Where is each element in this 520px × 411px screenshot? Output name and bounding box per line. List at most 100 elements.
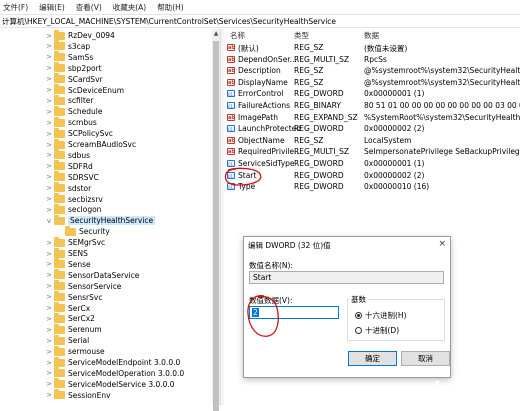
tree-item[interactable]: > ScreamBAudioSvc <box>0 138 136 150</box>
tree-item[interactable]: > SerCx <box>0 302 90 314</box>
expand-chevron-icon[interactable]: > <box>45 369 53 377</box>
expand-chevron-icon[interactable]: > <box>45 380 53 388</box>
expand-chevron-icon[interactable]: > <box>45 64 53 72</box>
registry-value-row[interactable]: ab DisplayName REG_SZ @%systemroot%\system3… <box>224 77 520 89</box>
close-icon[interactable]: × <box>438 239 446 249</box>
ok-button[interactable]: 确定 <box>348 351 397 366</box>
tree-item[interactable]: > ServiceModelEndpoint 3.0.0.0 <box>0 356 180 368</box>
tree-item[interactable]: > seclogon <box>0 203 101 215</box>
expand-chevron-icon[interactable]: > <box>45 184 53 192</box>
expand-chevron-icon[interactable]: > <box>45 348 53 356</box>
value-data-input[interactable]: 2 <box>249 306 339 319</box>
tree-item[interactable]: > Serenum <box>0 323 102 335</box>
tree-item[interactable]: > Schedule <box>0 105 102 117</box>
tree-item[interactable]: > RzDev_0094 <box>0 29 115 41</box>
tree-item[interactable]: > Sense <box>0 258 91 270</box>
tree-item[interactable]: > SCardSvr <box>0 73 103 85</box>
tree-scrollbar[interactable]: ▲ <box>212 29 220 411</box>
menu-view[interactable]: 查看(V) <box>76 2 102 13</box>
registry-value-row[interactable]: ab (默认) REG_SZ (数值未设置) <box>224 42 520 54</box>
expand-chevron-icon[interactable]: > <box>45 260 53 268</box>
menu-help[interactable]: 帮助(H) <box>157 2 184 13</box>
expand-chevron-icon[interactable]: > <box>45 130 53 138</box>
tree-item[interactable]: > Serial <box>0 334 90 346</box>
tree-item[interactable]: Security <box>0 225 110 237</box>
tree-item[interactable]: > SDFRd <box>0 160 93 172</box>
tree-item[interactable]: > SEMgrSvc <box>0 236 105 248</box>
registry-value-row[interactable]: ab RequiredPrivile... REG_MULTI_SZ SeImpers… <box>224 146 520 158</box>
expand-chevron-icon[interactable]: > <box>45 162 53 170</box>
tree-item[interactable]: > scfilter <box>0 94 93 106</box>
expand-chevron-icon[interactable]: > <box>45 293 53 301</box>
expand-chevron-icon[interactable]: > <box>45 151 53 159</box>
folder-icon <box>54 29 65 40</box>
expand-chevron-icon[interactable]: > <box>45 359 53 367</box>
expand-chevron-icon[interactable]: > <box>45 315 53 323</box>
tree-item[interactable]: > SessionEnv <box>0 389 111 401</box>
expand-chevron-icon[interactable]: > <box>45 391 53 399</box>
tree-item[interactable]: > SensrSvc <box>0 291 102 303</box>
menu-favorites[interactable]: 收藏夹(A) <box>113 2 146 13</box>
column-data-header[interactable]: 数据 <box>364 30 379 41</box>
expand-chevron-icon[interactable]: > <box>45 97 53 105</box>
tree-item[interactable]: > scmbus <box>0 116 97 128</box>
expand-chevron-icon[interactable]: > <box>45 32 53 40</box>
expand-chevron-icon[interactable]: > <box>45 271 53 279</box>
decimal-radio[interactable]: 十进制(D) <box>355 325 399 336</box>
registry-value-row[interactable]: 011 ServiceSidType REG_DWORD 0x00000001 (1) <box>224 158 520 170</box>
expand-chevron-icon[interactable]: > <box>45 86 53 94</box>
tree-item[interactable]: v SecurityHealthService <box>0 214 156 226</box>
expand-chevron-icon[interactable]: > <box>45 119 53 127</box>
tree-item-label: Serial <box>68 336 90 346</box>
scroll-up-icon[interactable]: ▲ <box>212 30 220 37</box>
tree-item[interactable]: > SensorService <box>0 280 121 292</box>
registry-value-row[interactable]: ab Description REG_SZ @%systemroot%\system3… <box>224 65 520 77</box>
hex-radio[interactable]: 十六进制(H) <box>355 310 407 321</box>
tree-item[interactable]: > ScDeviceEnum <box>0 84 124 96</box>
tree-item[interactable]: > sbp2port <box>0 62 102 74</box>
expand-chevron-icon[interactable]: > <box>45 42 53 50</box>
expand-chevron-icon[interactable]: > <box>45 173 53 181</box>
tree-item[interactable]: > ServiceModelService 3.0.0.0 <box>0 378 175 390</box>
expand-chevron-icon[interactable]: > <box>45 250 53 258</box>
expand-chevron-icon[interactable]: > <box>45 326 53 334</box>
column-name-header[interactable]: 名称 <box>230 30 245 41</box>
expand-chevron-icon[interactable]: > <box>45 108 53 116</box>
registry-value-row[interactable]: ab DependOnSer... REG_MULTI_SZ RpcSs <box>224 54 520 66</box>
tree-item[interactable]: > sdbus <box>0 149 90 161</box>
tree-item[interactable]: > SerCx2 <box>0 312 95 324</box>
expand-chevron-icon[interactable]: v <box>45 217 53 225</box>
tree-item[interactable]: > SensorDataService <box>0 269 139 281</box>
expand-chevron-icon[interactable]: > <box>45 53 53 61</box>
tree-item[interactable]: > s3cap <box>0 40 90 52</box>
menu-file[interactable]: 文件(F) <box>3 2 28 13</box>
tree-item[interactable]: > SENS <box>0 247 88 259</box>
registry-value-row[interactable]: 011 LaunchProtected REG_DWORD 0x00000002 (2… <box>224 123 520 135</box>
expand-chevron-icon[interactable]: > <box>45 195 53 203</box>
cancel-button[interactable]: 取消 <box>401 351 450 366</box>
expand-chevron-icon[interactable]: > <box>45 206 53 214</box>
menu-edit[interactable]: 编辑(E) <box>39 2 65 13</box>
expand-chevron-icon[interactable]: > <box>45 282 53 290</box>
column-type-header[interactable]: 类型 <box>294 30 309 41</box>
scroll-thumb[interactable] <box>213 41 219 411</box>
expand-chevron-icon[interactable]: > <box>45 337 53 345</box>
tree-item[interactable]: > secbizsrv <box>0 193 103 205</box>
tree-item[interactable]: > SDRSVC <box>0 171 99 183</box>
tree-item[interactable]: > ServiceModelOperation 3.0.0.0 <box>0 367 184 379</box>
expand-chevron-icon[interactable]: > <box>45 141 53 149</box>
tree-item[interactable]: > SCPolicySvc <box>0 127 113 139</box>
expand-chevron-icon[interactable]: > <box>45 304 53 312</box>
registry-value-row[interactable]: ab ObjectName REG_SZ LocalSystem <box>224 135 520 147</box>
expand-chevron-icon[interactable]: > <box>45 75 53 83</box>
tree-item[interactable]: > SamSs <box>0 51 93 63</box>
registry-value-row[interactable]: ab ImagePath REG_EXPAND_SZ %SystemRoot%\sys… <box>224 112 520 124</box>
registry-value-row[interactable]: 011 ErrorControl REG_DWORD 0x00000001 (1) <box>224 88 520 100</box>
expand-chevron-icon[interactable]: > <box>45 239 53 247</box>
registry-value-row[interactable]: 011 Type REG_DWORD 0x00000010 (16) <box>224 181 520 193</box>
address-bar[interactable]: 计算机\HKEY_LOCAL_MACHINE\SYSTEM\CurrentCon… <box>0 14 520 28</box>
tree-item[interactable]: > sermouse <box>0 345 105 357</box>
registry-value-row[interactable]: 011 FailureActions REG_BINARY 80 51 01 00 0… <box>224 100 520 112</box>
tree-item[interactable]: > sdstor <box>0 182 91 194</box>
registry-value-row[interactable]: 011 Start REG_DWORD 0x00000002 (2) <box>224 170 520 182</box>
